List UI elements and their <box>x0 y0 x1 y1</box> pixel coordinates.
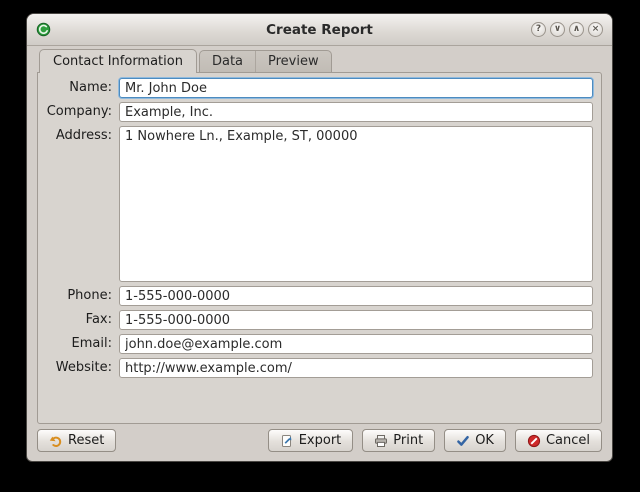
phone-label: Phone: <box>67 288 112 303</box>
address-label: Address: <box>55 128 112 143</box>
email-label: Email: <box>71 336 112 351</box>
export-button[interactable]: Export <box>267 429 354 452</box>
contact-information-panel: Name: Company: Address: 1 Nowhere Ln., E… <box>37 72 602 424</box>
export-label: Export <box>298 433 342 448</box>
printer-icon <box>375 434 388 447</box>
website-label: Website: <box>55 360 112 375</box>
name-label: Name: <box>69 80 112 95</box>
fax-input[interactable] <box>119 310 593 330</box>
reset-undo-icon <box>49 436 62 447</box>
email-row: Email: <box>42 334 593 354</box>
company-input[interactable] <box>119 102 593 122</box>
export-icon <box>281 434 292 447</box>
screen-background: Create Report ? ∨ ∧ × Contact Informatio… <box>0 0 640 492</box>
print-label: Print <box>393 433 424 448</box>
address-row: Address: 1 Nowhere Ln., Example, ST, 000… <box>42 126 593 282</box>
fax-row: Fax: <box>42 310 593 330</box>
shade-icon[interactable]: ∨ <box>550 22 565 37</box>
close-icon[interactable]: × <box>588 22 603 37</box>
ok-button[interactable]: OK <box>444 429 506 452</box>
reset-button[interactable]: Reset <box>37 429 117 452</box>
ok-check-icon <box>457 435 470 446</box>
unshade-icon[interactable]: ∧ <box>569 22 584 37</box>
cancel-icon <box>527 434 541 447</box>
tab-data[interactable]: Data <box>200 51 255 72</box>
website-input[interactable] <box>119 358 593 378</box>
website-row: Website: <box>42 358 593 378</box>
company-row: Company: <box>42 102 593 122</box>
inactive-tab-group: Data Preview <box>198 50 332 72</box>
phone-row: Phone: <box>42 286 593 306</box>
tab-bar: Contact Information Data Preview <box>39 49 612 73</box>
name-row: Name: <box>42 78 593 98</box>
tab-preview[interactable]: Preview <box>255 51 331 72</box>
email-input[interactable] <box>119 334 593 354</box>
name-input[interactable] <box>119 78 593 98</box>
help-icon[interactable]: ? <box>531 22 546 37</box>
app-icon <box>36 22 51 37</box>
phone-input[interactable] <box>119 286 593 306</box>
fax-label: Fax: <box>85 312 112 327</box>
action-button-row: Reset Export Print OK Cancel <box>37 429 602 452</box>
titlebar[interactable]: Create Report ? ∨ ∧ × <box>27 14 612 46</box>
ok-label: OK <box>475 433 494 448</box>
cancel-label: Cancel <box>545 433 590 448</box>
reset-label: Reset <box>68 433 105 448</box>
cancel-button[interactable]: Cancel <box>514 429 602 452</box>
tab-contact-information[interactable]: Contact Information <box>39 49 197 73</box>
company-label: Company: <box>46 104 112 119</box>
print-button[interactable]: Print <box>362 429 436 452</box>
address-textarea[interactable]: 1 Nowhere Ln., Example, ST, 00000 <box>119 126 593 282</box>
window-title: Create Report <box>266 21 373 38</box>
window-controls: ? ∨ ∧ × <box>531 22 603 37</box>
create-report-dialog: Create Report ? ∨ ∧ × Contact Informatio… <box>26 13 613 462</box>
dialog-buttons: Export Print OK Cancel <box>267 429 602 452</box>
